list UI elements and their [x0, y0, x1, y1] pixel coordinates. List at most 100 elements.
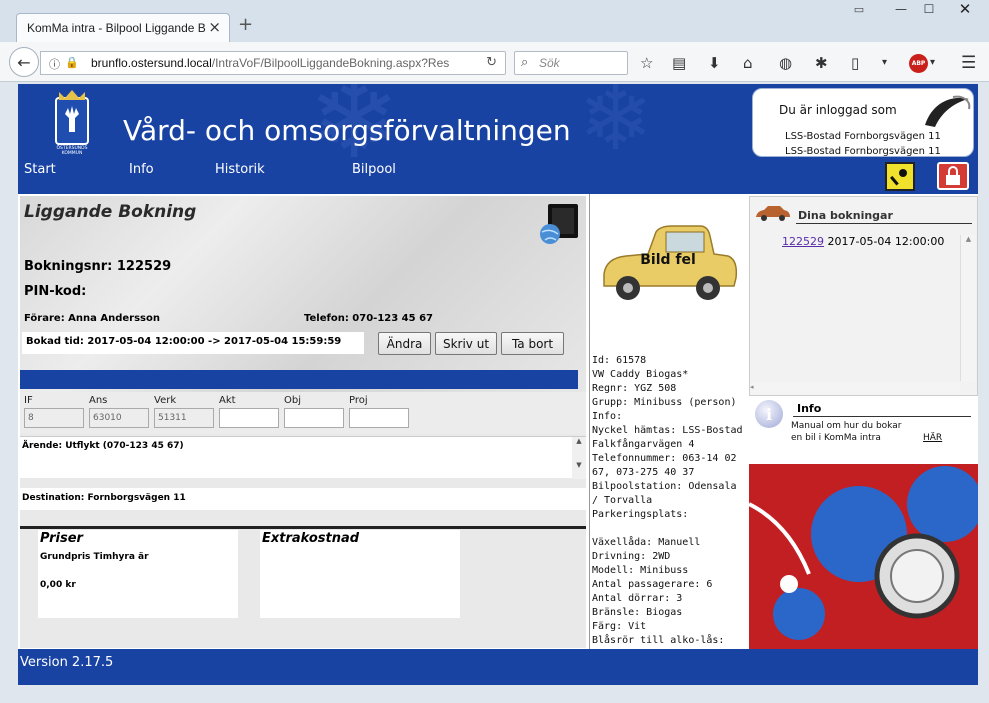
edit-button[interactable]: Ändra: [378, 332, 431, 355]
field-label-proj: Proj: [349, 395, 368, 406]
lock-icon: [946, 166, 960, 185]
browser-tab-bar: KomMa intra - Bilpool Liggande B × + ▭ —…: [0, 0, 989, 43]
adblock-icon[interactable]: ABP: [909, 54, 928, 73]
new-tab-button[interactable]: +: [238, 16, 253, 34]
prices-box: Priser Grundpris Timhyra är 0,00 kr: [38, 530, 238, 618]
menu-icon[interactable]: ☰: [961, 53, 976, 73]
booking-details: Liggande Bokning Bokningsnr: 122529 PIN-…: [20, 196, 586, 392]
car-info-line: Parkeringsplats:: [592, 509, 689, 520]
tab-title: KomMa intra - Bilpool Liggande B: [27, 21, 206, 35]
car-details: Id: 61578 VW Caddy Biogas* Regnr: YGZ 508 G…: [592, 354, 747, 676]
site-header: ❄ ❄ ÖSTERSUNDS KOMMUN Vård- och omsorgsf…: [18, 84, 978, 160]
my-bookings-title: Dina bokningar: [798, 209, 893, 222]
clipboard-icon[interactable]: ▯: [851, 54, 859, 72]
download-icon[interactable]: ⬇: [708, 54, 721, 72]
tab-close-icon[interactable]: ×: [208, 19, 221, 35]
search-icon: ⌕: [521, 55, 529, 70]
home-icon[interactable]: ⌂: [743, 54, 753, 72]
destination: Destination: Fornborgsvägen 11: [20, 488, 586, 510]
car-info-line: Antal dörrar: 3: [592, 593, 683, 604]
menu-item-info[interactable]: Info: [129, 162, 154, 177]
vertical-scrollbar[interactable]: ▲: [960, 235, 976, 381]
field-obj[interactable]: [284, 408, 344, 428]
back-button[interactable]: ←: [9, 47, 39, 77]
errand-scrollbar[interactable]: ▲ ▼: [572, 437, 586, 479]
booking-heading: Liggande Bokning: [24, 202, 197, 222]
booking-time: Bokad tid: 2017-05-04 12:00:00 -> 2017-0…: [22, 332, 364, 354]
web-folder-icon[interactable]: [538, 202, 580, 246]
car-info-line: Växellåda: Manuell: [592, 537, 701, 548]
info-icon[interactable]: ⓘ: [49, 56, 60, 72]
field-proj[interactable]: [349, 408, 409, 428]
price-label: Grundpris Timhyra är: [40, 552, 149, 562]
browser-tab[interactable]: KomMa intra - Bilpool Liggande B ×: [16, 13, 230, 43]
errand-box[interactable]: Ärende: Utflykt (070-123 45 67) ▲ ▼: [20, 436, 586, 479]
search-box[interactable]: ⌕ Sök: [514, 51, 628, 75]
booking-pin: PIN-kod:: [24, 284, 87, 299]
url-bar[interactable]: ⓘ 🔒 brunflo.ostersund.local/IntraVoF/Bil…: [40, 51, 506, 75]
field-if[interactable]: 8: [24, 408, 84, 428]
reading-list-icon[interactable]: ▤: [672, 54, 686, 72]
globe-icon[interactable]: ◍: [779, 54, 792, 72]
window-restore-icon[interactable]: ▭: [846, 0, 872, 18]
login-title: Du är inloggad som: [779, 103, 897, 117]
footer: Version 2.17.5: [18, 649, 978, 685]
info-text-line: en bil i KomMa intra: [791, 433, 881, 443]
car-info-line: Antal passagerare: 6: [592, 579, 713, 590]
reload-icon[interactable]: ↻: [486, 55, 497, 70]
car-info-line: [592, 522, 747, 536]
star-icon[interactable]: ☆: [640, 54, 653, 72]
menu-item-historik[interactable]: Historik: [215, 162, 265, 177]
minimize-button[interactable]: —: [887, 0, 915, 18]
field-ans[interactable]: 63010: [89, 408, 149, 428]
print-button[interactable]: Skriv ut: [435, 332, 497, 355]
window-controls: — ☐ ✕: [887, 0, 987, 18]
divider: [793, 416, 971, 417]
adblock-dropdown-icon[interactable]: ▾: [930, 54, 935, 72]
logo-text: ÖSTERSUNDS: [57, 144, 88, 151]
booking-link[interactable]: 122529: [782, 235, 824, 248]
extension-icon[interactable]: ✱: [815, 54, 828, 72]
ostersund-logo: ÖSTERSUNDS KOMMUN: [55, 90, 89, 156]
prices-title: Priser: [40, 531, 83, 546]
car-info-line: Bränsle: Biogas: [592, 607, 683, 618]
account-fields: IF 8 Ans 63010 Verk 51311 Akt Obj Proj: [20, 392, 586, 434]
menu-item-start[interactable]: Start: [24, 162, 56, 177]
car-info-line: Grupp: Minibuss (person): [592, 397, 737, 408]
errand-text: Ärende: Utflykt (070-123 45 67): [22, 441, 184, 451]
car-image: Bild fel: [603, 225, 738, 300]
login-user-line: LSS-Bostad Fornborgsvägen 11: [785, 131, 941, 142]
url-text: brunflo.ostersund.local/IntraVoF/Bilpool…: [91, 56, 489, 70]
key-button[interactable]: [885, 162, 915, 191]
url-host: brunflo.ostersund.local: [91, 56, 212, 70]
logout-button[interactable]: [937, 162, 969, 190]
field-akt[interactable]: [219, 408, 279, 428]
login-user-line: LSS-Bostad Fornborgsvägen 11: [785, 146, 941, 157]
right-column: Dina bokningar 122529 2017-05-04 12:00:0…: [749, 196, 978, 649]
horizontal-scrollbar[interactable]: ◂: [750, 383, 960, 395]
car-info-line: Info:: [592, 411, 623, 422]
maximize-button[interactable]: ☐: [915, 0, 943, 18]
car-info-line: VW Caddy Biogas*: [592, 369, 689, 380]
info-text-line: Manual om hur du bokar: [791, 421, 902, 431]
manual-link[interactable]: HÄR: [923, 433, 942, 443]
delete-button[interactable]: Ta bort: [501, 332, 564, 355]
price-value: 0,00 kr: [40, 580, 76, 590]
info-box: i Info Manual om hur du bokar en bil i K…: [749, 396, 978, 446]
car-info-line: Telefonnummer: 063-14 02 67, 073-275 40 …: [592, 453, 743, 478]
svg-text:KOMMUN: KOMMUN: [62, 150, 83, 156]
url-path: /IntraVoF/BilpoolLiggandeBokning.aspx?Re…: [211, 56, 450, 70]
menu-item-bilpool[interactable]: Bilpool: [352, 162, 396, 177]
info-icon: i: [755, 400, 783, 428]
section-divider: [20, 370, 578, 389]
main-menu: Start Info Historik Bilpool: [18, 160, 978, 194]
close-window-button[interactable]: ✕: [943, 0, 987, 18]
dropdown-icon[interactable]: ▾: [882, 54, 887, 72]
browser-nav-bar: ← ⓘ 🔒 brunflo.ostersund.local/IntraVoF/B…: [0, 42, 989, 82]
booking-entry-date: 2017-05-04 12:00:00: [827, 235, 945, 248]
field-verk[interactable]: 51311: [154, 408, 214, 428]
car-info-line: Id: 61578: [592, 355, 647, 366]
car-info-line: Modell: Minibuss: [592, 565, 689, 576]
field-label-if: IF: [24, 395, 33, 406]
back-arrow-icon: ←: [17, 52, 31, 72]
